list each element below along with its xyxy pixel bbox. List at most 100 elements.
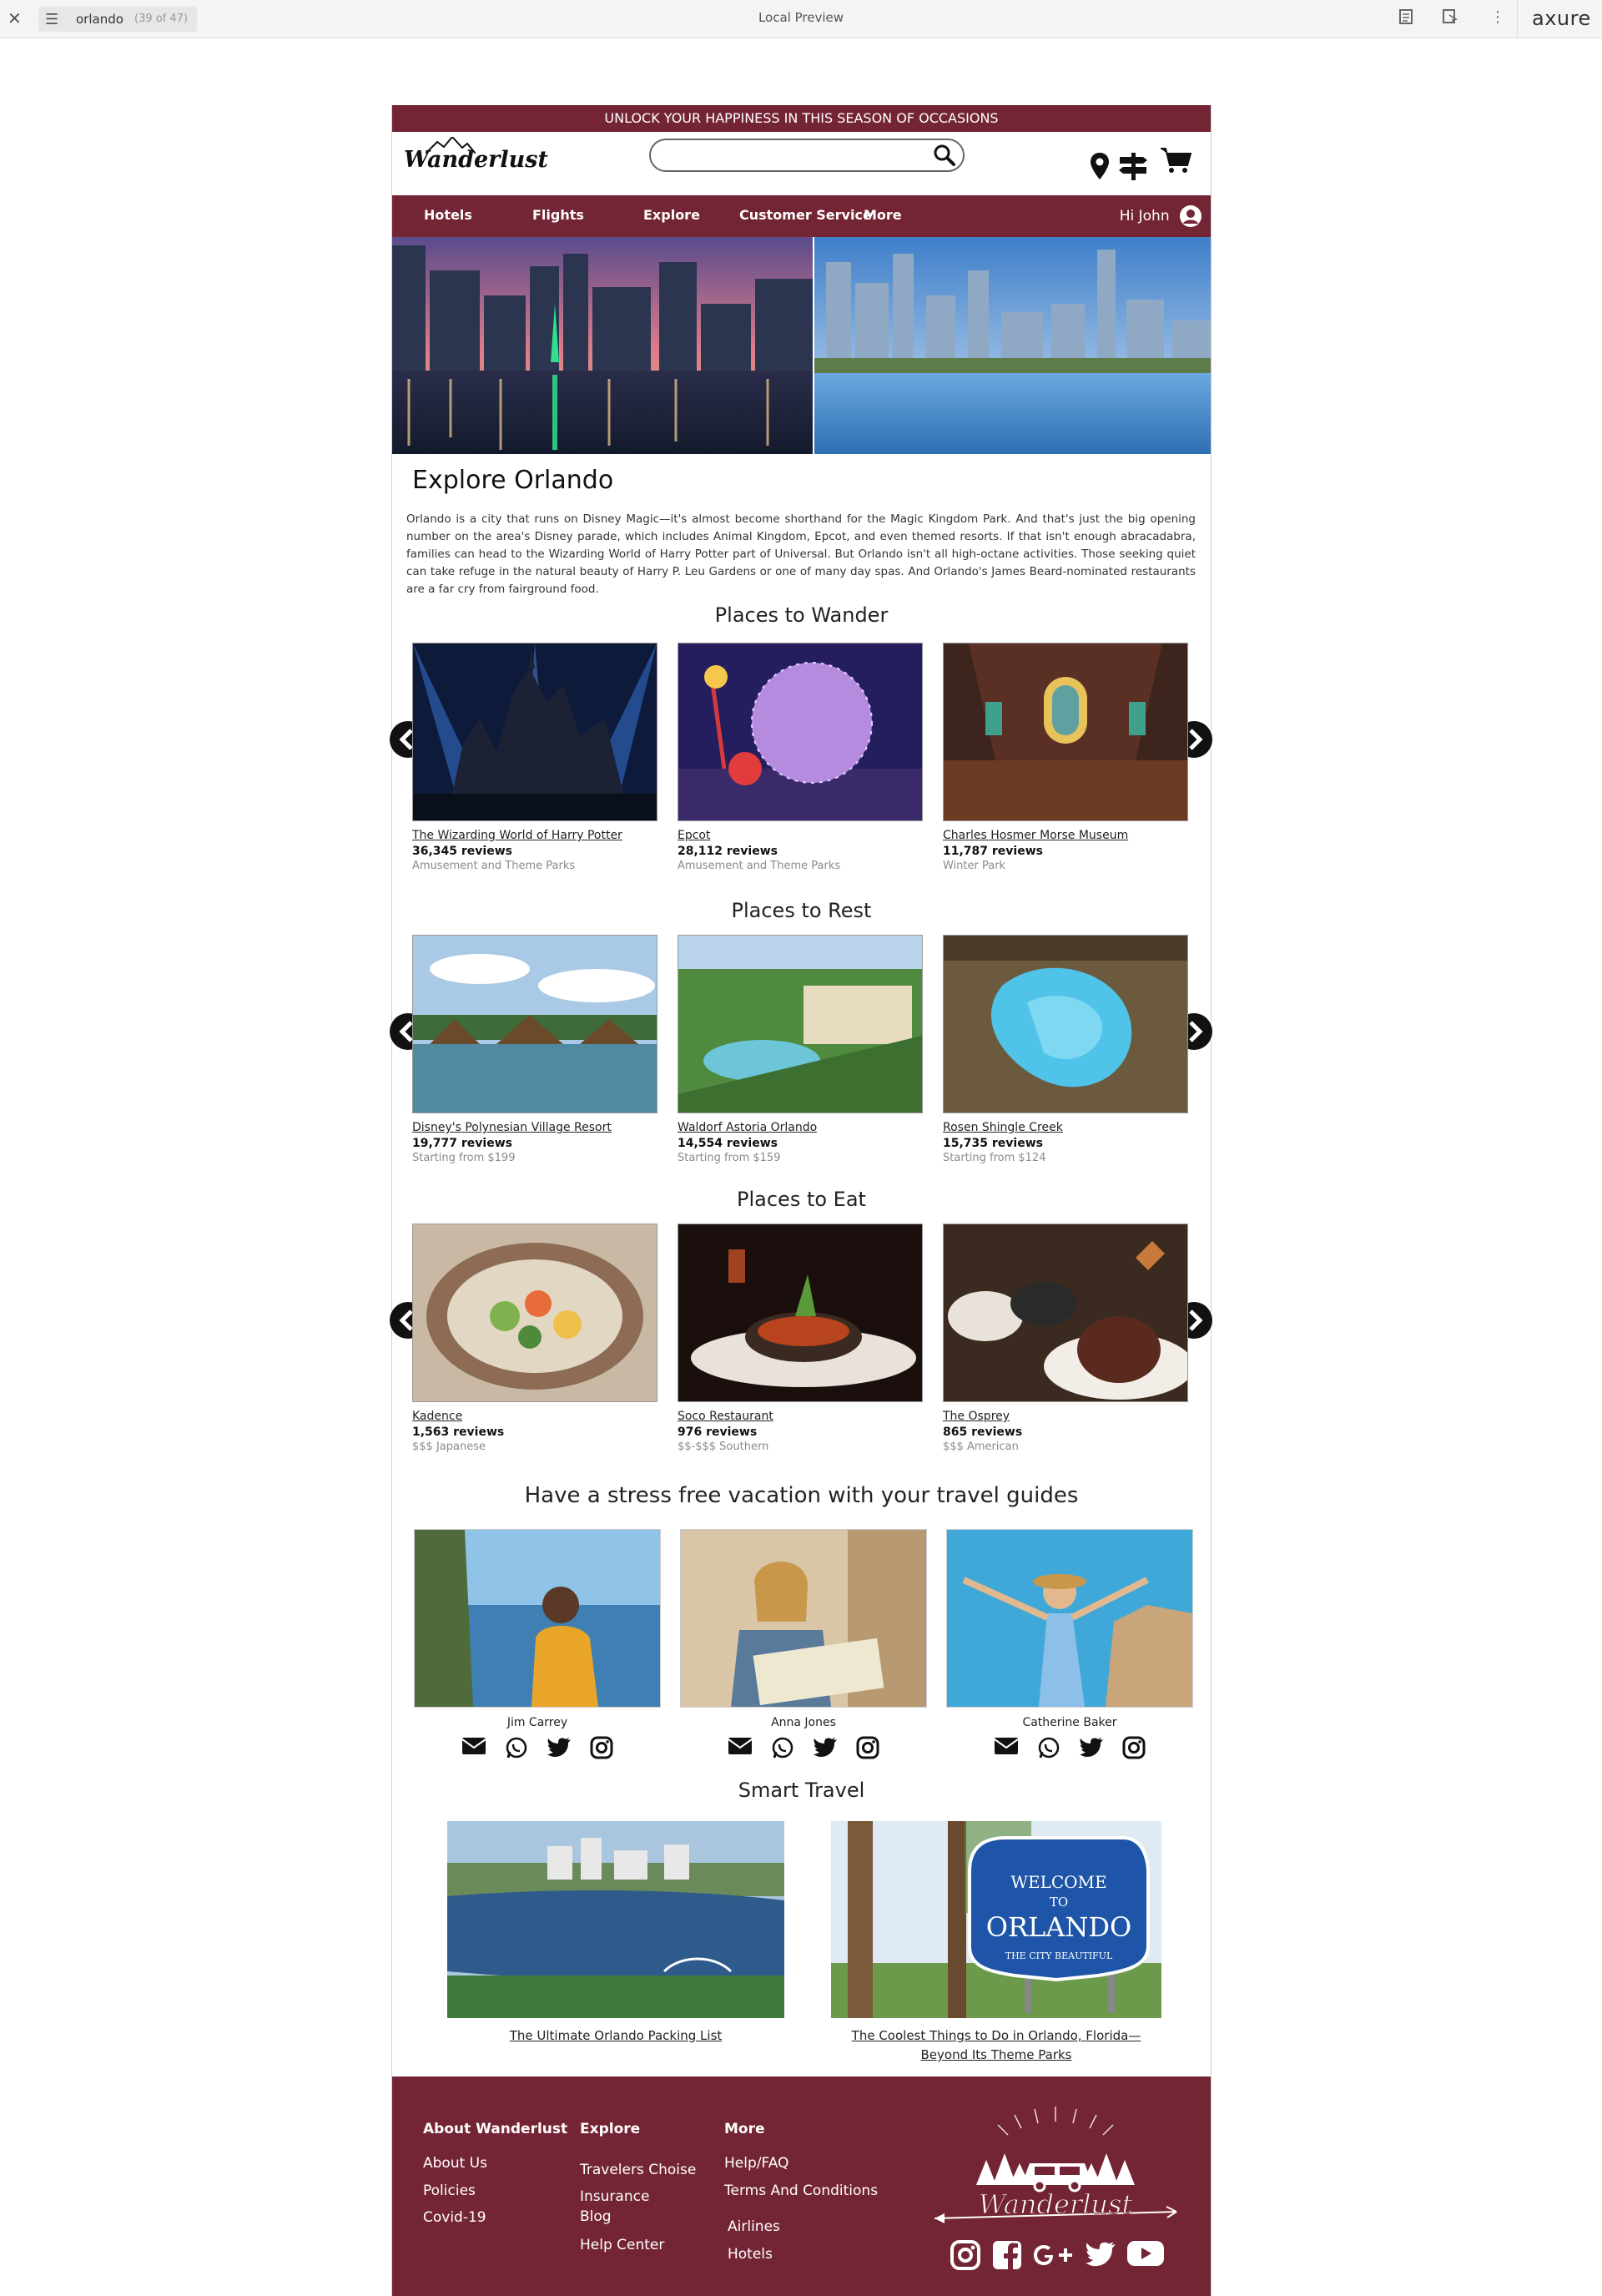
rest-card[interactable]: Rosen Shingle Creek 15,735 reviews Start… (943, 935, 1188, 1164)
wander-card[interactable]: The Wizarding World of Harry Potter 36,3… (412, 643, 657, 872)
article-title[interactable]: The Ultimate Orlando Packing List (447, 2026, 784, 2046)
footer-link-blog[interactable]: Blog (580, 2208, 612, 2225)
whatsapp-icon[interactable] (505, 1736, 528, 1759)
footer-link-covid[interactable]: Covid-19 (423, 2209, 486, 2226)
card-price: Starting from $199 (412, 1152, 516, 1164)
card-title[interactable]: Rosen Shingle Creek (943, 1121, 1188, 1134)
footer-link-travelers-choise[interactable]: Travelers Choise (580, 2162, 696, 2178)
card-reviews: 976 reviews (678, 1426, 758, 1439)
card-title[interactable]: Kadence (412, 1410, 657, 1423)
nav-item-explore[interactable]: Explore (643, 207, 700, 223)
card-image (412, 1224, 657, 1402)
facebook-icon[interactable] (991, 2239, 1023, 2271)
envelope-icon[interactable] (728, 1736, 753, 1756)
card-title[interactable]: Epcot (678, 829, 923, 842)
user-menu[interactable]: Hi John (1120, 204, 1202, 229)
card-reviews: 14,554 reviews (678, 1137, 778, 1150)
intro-paragraph: Orlando is a city that runs on Disney Ma… (406, 512, 1196, 596)
envelope-icon[interactable] (994, 1736, 1019, 1756)
nav-item-flights[interactable]: Flights (532, 207, 584, 223)
wander-card[interactable]: Charles Hosmer Morse Museum 11,787 revie… (943, 643, 1188, 872)
article-card[interactable]: WELCOME TO ORLANDO THE CITY BEAUTIFUL Th… (831, 1821, 1161, 2065)
location-pin-icon[interactable] (1090, 152, 1110, 180)
guide-socials (414, 1736, 661, 1759)
footer-link-help-faq[interactable]: Help/FAQ (724, 2155, 788, 2172)
article-title-line-2: Beyond Its Theme Parks (920, 2047, 1072, 2062)
footer-link-about-us[interactable]: About Us (423, 2155, 487, 2172)
section-title-smart-travel: Smart Travel (738, 1779, 865, 1802)
footer-link-hotels[interactable]: Hotels (728, 2246, 773, 2263)
preview-title: Local Preview (758, 10, 844, 25)
whatsapp-icon[interactable] (1037, 1736, 1060, 1759)
card-image (943, 935, 1188, 1113)
signpost-icon[interactable] (1118, 152, 1148, 180)
wander-card[interactable]: Epcot 28,112 reviews Amusement and Theme… (678, 643, 923, 872)
guide-photo (946, 1529, 1193, 1708)
twitter-icon[interactable] (1085, 2239, 1116, 2268)
promo-banner[interactable]: UNLOCK YOUR HAPPINESS IN THIS SEASON OF … (392, 105, 1211, 132)
card-title[interactable]: The Wizarding World of Harry Potter (412, 829, 657, 842)
nav-item-more[interactable]: More (864, 207, 902, 223)
hero-image (392, 237, 1211, 454)
search-icon[interactable] (933, 144, 956, 167)
card-price: $$$ American (943, 1441, 1019, 1453)
article-title-line-1: The Coolest Things to Do in Orlando, Flo… (851, 2028, 1141, 2043)
eat-card[interactable]: Soco Restaurant 976 reviews $$-$$$ South… (678, 1224, 923, 1453)
rest-card[interactable]: Waldorf Astoria Orlando 14,554 reviews S… (678, 935, 923, 1164)
nav-item-customer-service[interactable]: Customer Service (739, 207, 872, 223)
card-title[interactable]: Disney's Polynesian Village Resort (412, 1121, 657, 1134)
instagram-icon[interactable] (950, 2239, 981, 2271)
instagram-icon[interactable] (590, 1736, 613, 1759)
card-reviews: 19,777 reviews (412, 1137, 512, 1150)
google-plus-icon[interactable] (1033, 2239, 1075, 2271)
envelope-icon[interactable] (461, 1736, 486, 1756)
inspect-icon[interactable] (1442, 8, 1458, 29)
guide-photo (680, 1529, 927, 1708)
card-image (943, 1224, 1188, 1402)
card-price: Starting from $124 (943, 1152, 1046, 1164)
guide-card: Catherine Baker (946, 1529, 1193, 1759)
sign-orlando: ORLANDO (986, 1911, 1132, 1943)
section-title-guides: Have a stress free vacation with your tr… (524, 1483, 1079, 1508)
twitter-icon[interactable] (1079, 1736, 1104, 1758)
footer-link-airlines[interactable]: Airlines (728, 2218, 780, 2235)
article-card[interactable]: The Ultimate Orlando Packing List (447, 1821, 784, 2046)
card-title[interactable]: The Osprey (943, 1410, 1188, 1423)
card-title[interactable]: Waldorf Astoria Orlando (678, 1121, 923, 1134)
card-title[interactable]: Charles Hosmer Morse Museum (943, 829, 1188, 842)
footer-link-insurance[interactable]: Insurance (580, 2188, 649, 2205)
card-reviews: 36,345 reviews (412, 845, 512, 858)
guide-socials (946, 1736, 1193, 1759)
page-title: Explore Orlando (412, 466, 614, 495)
more-options-icon[interactable]: ⋮ (1490, 8, 1505, 26)
youtube-icon[interactable] (1126, 2239, 1165, 2268)
notes-icon[interactable] (1398, 8, 1413, 29)
article-title[interactable]: The Coolest Things to Do in Orlando, Flo… (831, 2026, 1161, 2065)
card-image (412, 643, 657, 821)
footer-link-help-center[interactable]: Help Center (580, 2237, 664, 2253)
instagram-icon[interactable] (1122, 1736, 1146, 1759)
sign-tagline: THE CITY BEAUTIFUL (1005, 1950, 1113, 1961)
instagram-icon[interactable] (856, 1736, 879, 1759)
guide-name: Jim Carrey (506, 1716, 568, 1729)
user-avatar-icon (1180, 205, 1202, 227)
cart-icon[interactable] (1160, 147, 1191, 174)
footer-logo[interactable]: Wanderlust (926, 2102, 1185, 2238)
twitter-icon[interactable] (547, 1736, 572, 1758)
card-reviews: 11,787 reviews (943, 845, 1043, 858)
card-image (678, 935, 923, 1113)
website-frame: UNLOCK YOUR HAPPINESS IN THIS SEASON OF … (389, 105, 1213, 2296)
footer-link-terms[interactable]: Terms And Conditions (724, 2182, 878, 2199)
rest-card[interactable]: Disney's Polynesian Village Resort 19,77… (412, 935, 657, 1164)
eat-card[interactable]: Kadence 1,563 reviews $$$ Japanese (412, 1224, 657, 1453)
eat-card[interactable]: The Osprey 865 reviews $$$ American (943, 1224, 1188, 1453)
search-input[interactable] (662, 142, 916, 169)
search-bar[interactable] (649, 139, 965, 172)
whatsapp-icon[interactable] (771, 1736, 794, 1759)
nav-item-hotels[interactable]: Hotels (424, 207, 472, 223)
twitter-icon[interactable] (813, 1736, 838, 1758)
card-title[interactable]: Soco Restaurant (678, 1410, 923, 1423)
footer-link-policies[interactable]: Policies (423, 2182, 476, 2199)
card-price: $$$ Japanese (412, 1441, 486, 1453)
card-image (412, 935, 657, 1113)
